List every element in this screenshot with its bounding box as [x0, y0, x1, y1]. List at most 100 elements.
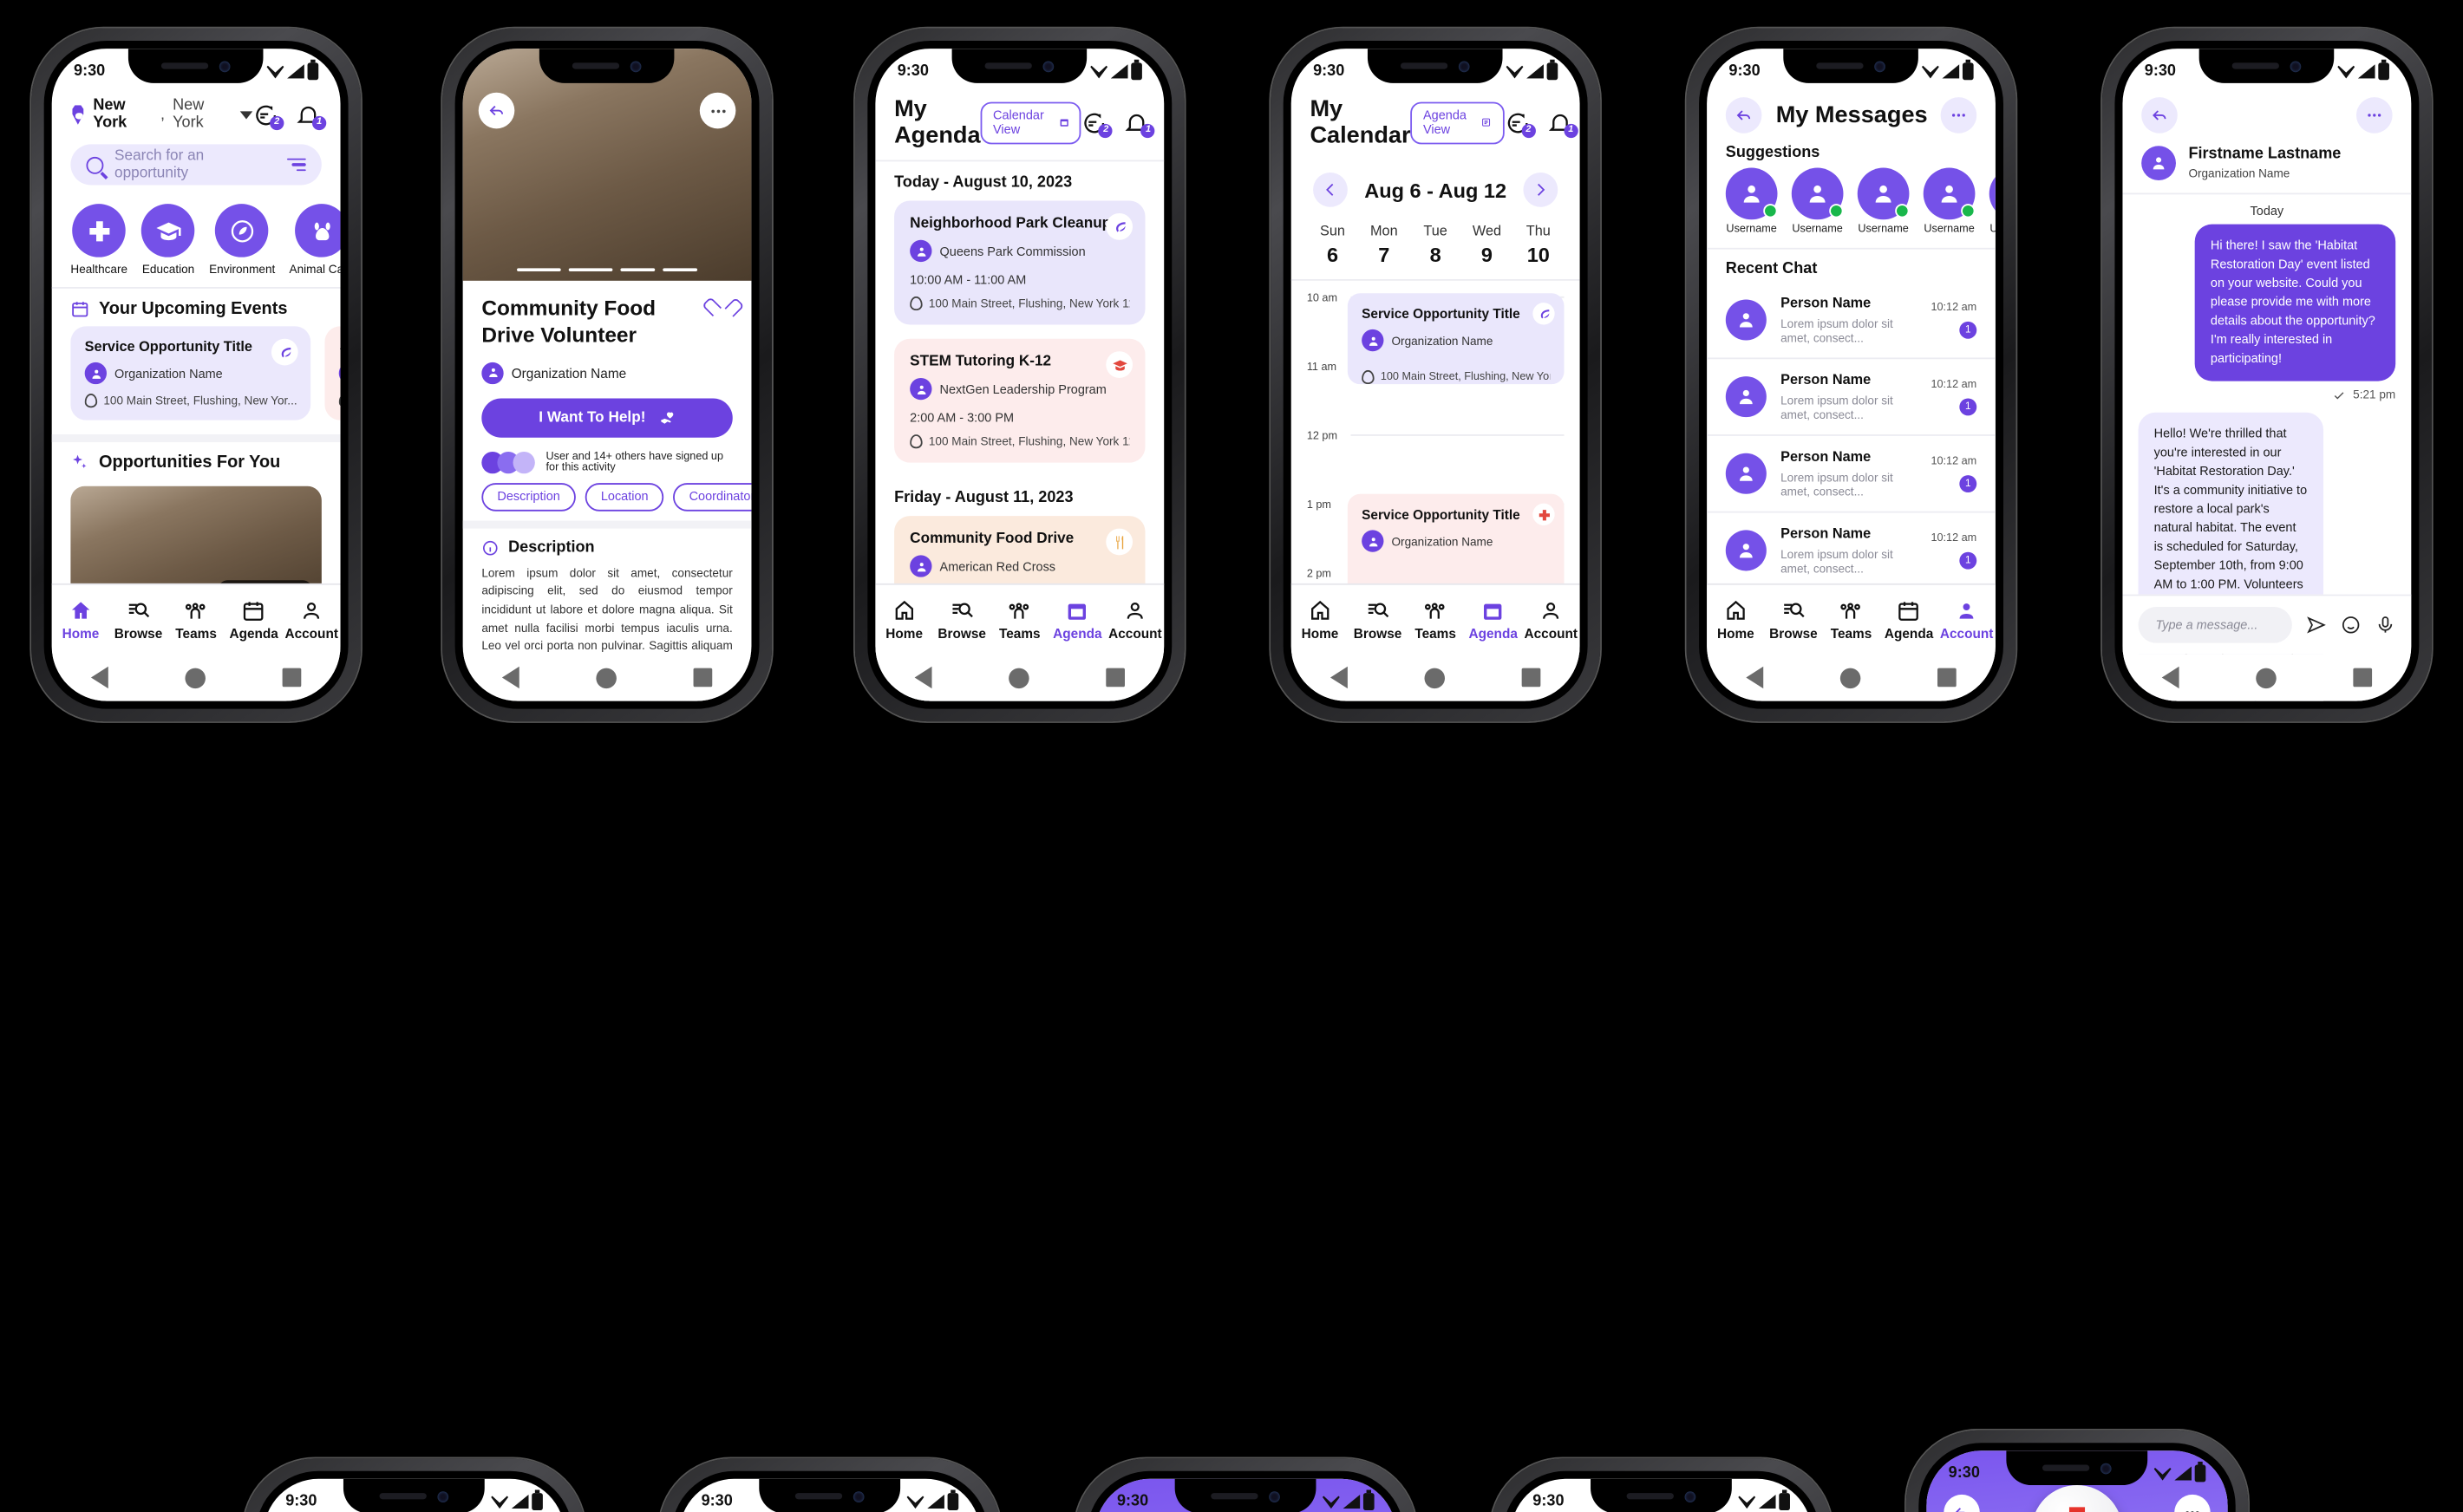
bottom-tab-bar[interactable]: Home Browse Teams Agenda Account — [1707, 583, 1996, 655]
agenda-card[interactable]: Neighborhood Park Cleanup Queens Park Co… — [894, 200, 1146, 325]
suggestion-item[interactable]: Username — [1923, 167, 1976, 235]
back-button[interactable] — [2161, 666, 2179, 689]
tab-account[interactable]: Account — [1937, 598, 1996, 641]
tab-browse[interactable]: Browse — [1349, 598, 1407, 641]
week-day-row[interactable]: Sun 6 Mon 7 Tue 8 Wed 9 Thu 10 — [1290, 219, 1580, 281]
i-want-to-help-button[interactable]: I Want To Help! — [481, 398, 733, 438]
back-button[interactable] — [90, 666, 108, 689]
bottom-tab-bar[interactable]: Home Browse Teams Agenda Account — [51, 583, 341, 655]
event-card[interactable]: Service Opportu Organization 100 Main St… — [325, 326, 341, 420]
category-environment[interactable]: Environment — [209, 204, 275, 276]
tab-teams[interactable]: Teams — [167, 598, 225, 641]
tab-home[interactable]: Home — [52, 598, 110, 641]
tab-browse[interactable]: Browse — [109, 598, 167, 641]
back-button[interactable] — [1745, 666, 1763, 689]
day-column[interactable]: Tue 8 — [1409, 223, 1460, 267]
microphone-icon[interactable] — [2375, 615, 2396, 635]
more-button[interactable] — [2355, 97, 2393, 134]
home-button[interactable] — [596, 667, 617, 688]
back-button[interactable] — [478, 92, 515, 129]
upcoming-events-row[interactable]: Service Opportunity Title Organization N… — [52, 326, 341, 420]
messages-icon[interactable]: 2 — [1081, 109, 1114, 138]
category-carousel[interactable]: Healthcare Education Environment Animal … — [52, 198, 341, 287]
suggestion-item[interactable]: Username — [1989, 167, 1996, 235]
notifications-icon[interactable]: 1 — [295, 101, 327, 130]
tab-home[interactable]: Home — [1707, 598, 1765, 641]
more-button[interactable] — [1940, 97, 1977, 134]
pill-coordinators[interactable]: Coordinators — [673, 482, 752, 512]
bottom-tab-bar[interactable]: Home Browse Teams Agenda Account — [875, 583, 1165, 655]
more-button[interactable] — [2174, 1494, 2211, 1512]
day-column[interactable]: Sun 6 — [1307, 223, 1358, 267]
tab-agenda[interactable]: Agenda — [1049, 598, 1107, 641]
back-button[interactable] — [501, 666, 519, 689]
android-nav-bar[interactable] — [2122, 654, 2412, 701]
android-nav-bar[interactable] — [51, 654, 341, 701]
back-button[interactable] — [1329, 666, 1348, 689]
tab-agenda[interactable]: Agenda — [1464, 598, 1522, 641]
home-button[interactable] — [185, 667, 206, 688]
android-nav-bar[interactable] — [1290, 654, 1580, 701]
calendar-week-nav[interactable]: Aug 6 - Aug 12 — [1291, 160, 1580, 220]
location-selector[interactable]: New York, New York — [70, 97, 253, 132]
android-nav-bar[interactable] — [462, 654, 752, 701]
category-animal-care[interactable]: Animal Care — [290, 204, 341, 276]
day-column[interactable]: Wed 9 — [1461, 223, 1512, 267]
prev-week-button[interactable] — [1313, 172, 1348, 207]
tab-agenda[interactable]: Agenda — [1880, 598, 1938, 641]
message-composer[interactable]: Type a message... — [2122, 594, 2412, 655]
messages-icon[interactable]: 2 — [252, 101, 284, 130]
chat-list-item[interactable]: Person Name Lorem ipsum dolor sit amet, c… — [1707, 359, 1996, 436]
suggestion-item[interactable]: Username — [1791, 167, 1844, 235]
tab-teams[interactable]: Teams — [1407, 598, 1465, 641]
tab-home[interactable]: Home — [875, 598, 933, 641]
message-input[interactable]: Type a message... — [2138, 607, 2292, 643]
suggestion-item[interactable]: Username — [1857, 167, 1910, 235]
tab-account[interactable]: Account — [1522, 598, 1580, 641]
notifications-icon[interactable]: 1 — [1546, 109, 1578, 138]
recents-button[interactable] — [694, 668, 713, 688]
suggestions-row[interactable]: Username Username Username Username User… — [1707, 161, 1996, 250]
day-column[interactable]: Thu 10 — [1512, 223, 1564, 267]
event-card[interactable]: Service Opportunity Title Organization N… — [70, 326, 311, 420]
next-week-button[interactable] — [1523, 172, 1558, 207]
back-button[interactable] — [1944, 1494, 1980, 1512]
tab-teams[interactable]: Teams — [1822, 598, 1880, 641]
back-button[interactable] — [1725, 97, 1762, 134]
tab-account[interactable]: Account — [1107, 598, 1165, 641]
calendar-event[interactable]: Service Opportunity Title Organization N… — [1347, 293, 1565, 385]
home-button[interactable] — [2256, 667, 2277, 688]
recents-button[interactable] — [1937, 668, 1957, 688]
pill-description[interactable]: Description — [481, 482, 576, 512]
recents-button[interactable] — [283, 668, 302, 688]
agenda-card[interactable]: STEM Tutoring K-12 NextGen Leadership Pr… — [894, 338, 1146, 463]
notifications-icon[interactable]: 1 — [1124, 109, 1156, 138]
chat-list-item[interactable]: Person Name Lorem ipsum dolor sit amet, c… — [1707, 283, 1996, 360]
chat-list-item[interactable]: Person Name Lorem ipsum dolor sit amet, c… — [1707, 436, 1996, 513]
android-nav-bar[interactable] — [875, 654, 1165, 701]
detail-tab-pills[interactable]: Description Location Coordinators Requ — [463, 473, 752, 520]
recents-button[interactable] — [2353, 668, 2373, 688]
pill-location[interactable]: Location — [585, 482, 664, 512]
back-button[interactable] — [2141, 97, 2178, 134]
recents-button[interactable] — [1106, 668, 1126, 688]
tab-agenda[interactable]: Agenda — [225, 598, 283, 641]
tab-teams[interactable]: Teams — [991, 598, 1049, 641]
back-button[interactable] — [913, 666, 931, 689]
agenda-view-toggle[interactable]: Agenda View — [1410, 101, 1505, 144]
emoji-icon[interactable] — [2341, 615, 2362, 635]
home-button[interactable] — [1424, 667, 1445, 688]
tab-home[interactable]: Home — [1291, 598, 1349, 641]
send-icon[interactable] — [2306, 615, 2327, 635]
home-button[interactable] — [1839, 667, 1861, 688]
tab-account[interactable]: Account — [283, 598, 341, 641]
favorite-icon[interactable] — [712, 301, 733, 320]
chat-list-item[interactable]: Person Name Lorem ipsum dolor sit amet, c… — [1707, 513, 1996, 590]
filter-icon[interactable] — [287, 157, 306, 172]
day-column[interactable]: Mon 7 — [1358, 223, 1409, 267]
search-input[interactable]: Search for an opportunity — [70, 144, 322, 186]
carousel-dots[interactable] — [517, 267, 698, 271]
home-button[interactable] — [1009, 667, 1029, 688]
recents-button[interactable] — [1522, 668, 1541, 688]
calendar-view-toggle[interactable]: Calendar View — [980, 101, 1082, 144]
